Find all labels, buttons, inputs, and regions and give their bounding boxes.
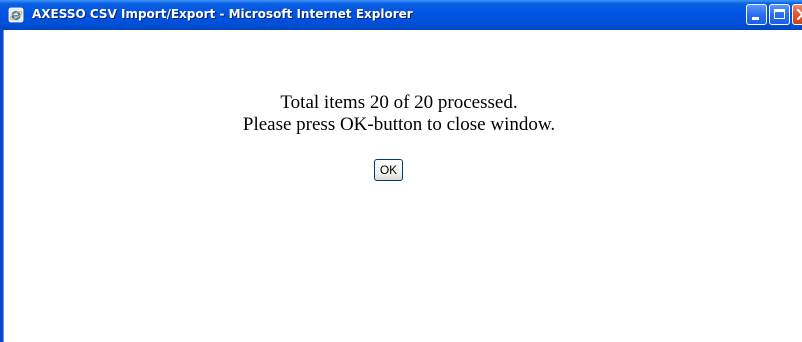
window-title: AXESSO CSV Import/Export - Microsoft Int… [32, 7, 413, 21]
page-content: Total items 20 of 20 processed. Please p… [4, 30, 802, 342]
minimize-button[interactable] [746, 4, 767, 25]
close-icon [796, 8, 802, 21]
maximize-icon [774, 9, 785, 19]
title-bar[interactable]: AXESSO CSV Import/Export - Microsoft Int… [0, 0, 802, 30]
processed-count-text: Total items 20 of 20 processed. [280, 92, 518, 113]
internet-explorer-icon [8, 7, 24, 23]
close-button[interactable] [792, 4, 802, 25]
minimize-icon [752, 17, 759, 20]
maximize-button[interactable] [769, 4, 790, 25]
browser-window: AXESSO CSV Import/Export - Microsoft Int… [0, 0, 802, 342]
close-instruction-text: Please press OK-button to close window. [242, 114, 556, 135]
status-message: Total items 20 of 20 processed. Please p… [4, 92, 794, 136]
ok-button[interactable]: OK [374, 159, 403, 181]
